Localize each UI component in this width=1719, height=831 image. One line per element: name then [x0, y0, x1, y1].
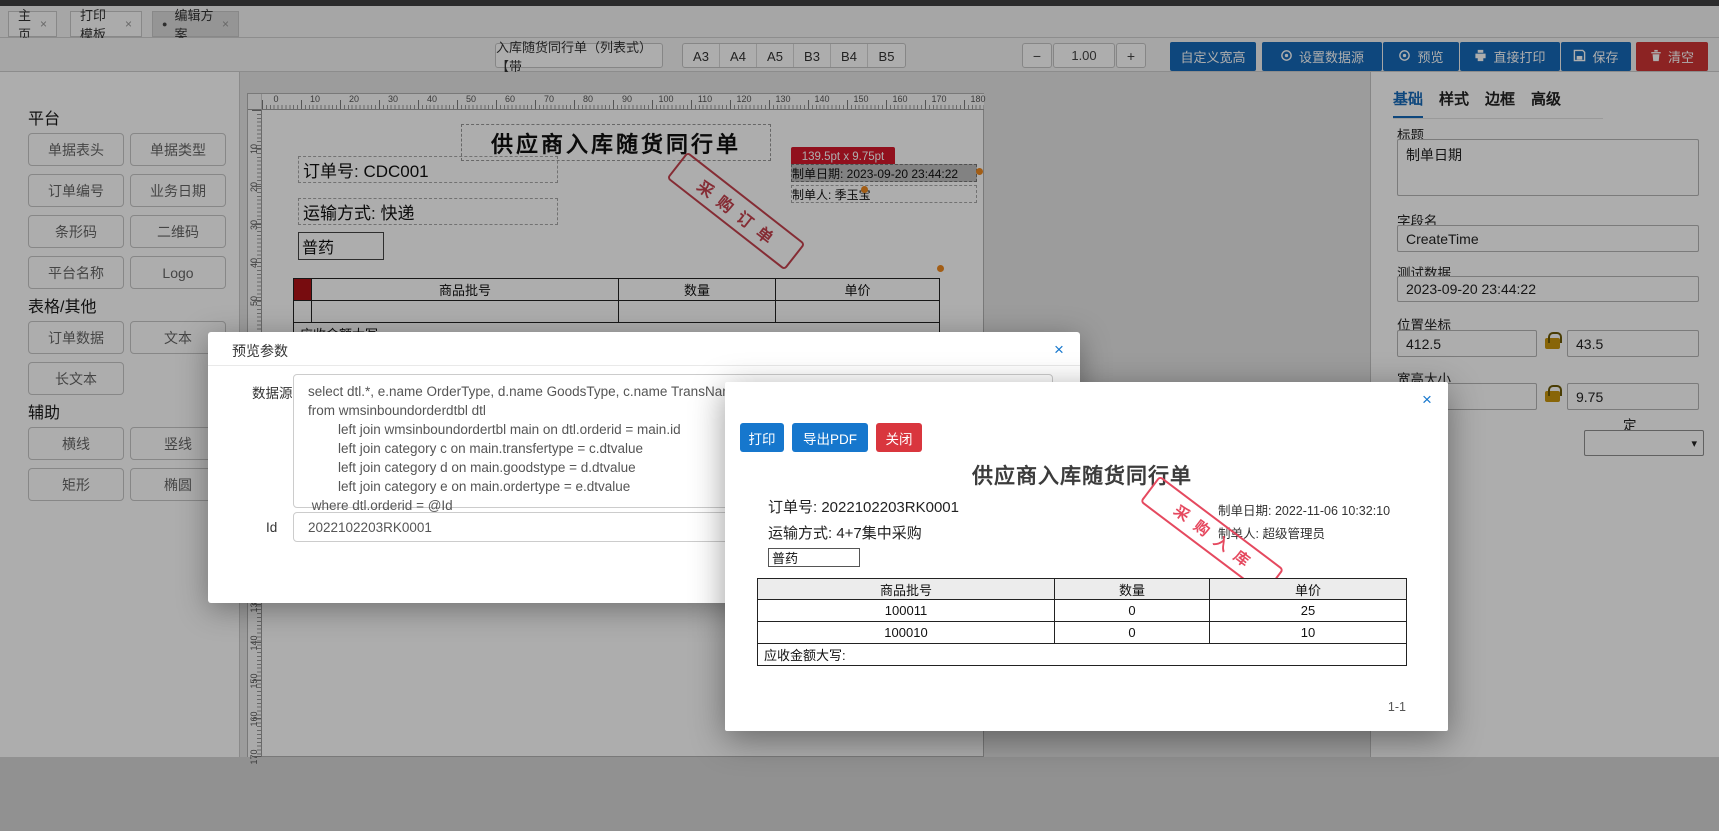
preview-create-date: 制单日期: 2022-11-06 10:32:10	[1218, 504, 1391, 518]
cell-batch-no: 100010	[757, 622, 1055, 644]
preview-items-table: 商品批号 数量 单价 100011 0 25 100010 0 10 应收金额大…	[757, 578, 1407, 666]
cell-quantity: 0	[1055, 600, 1210, 622]
page-indicator: 1-1	[1387, 700, 1406, 714]
preview-transport: 运输方式: 4+7集中采购	[768, 525, 922, 542]
close-icon[interactable]: ×	[1054, 341, 1064, 358]
print-button[interactable]: 打印	[740, 423, 784, 452]
close-icon[interactable]: ×	[1422, 391, 1432, 408]
cell-unit-price: 10	[1210, 622, 1407, 644]
modal-title: 预览参数	[232, 343, 288, 359]
preview-order-no: 订单号: 2022102203RK0001	[768, 499, 959, 516]
preview-drug-type-box: 普药	[768, 548, 860, 567]
id-label: Id	[266, 520, 278, 535]
datasource-label: 数据源	[252, 386, 293, 401]
header-unit-price: 单价	[1210, 578, 1407, 600]
export-pdf-button[interactable]: 导出PDF	[792, 423, 868, 452]
footer-amount-in-words: 应收金额大写:	[757, 644, 1407, 666]
preview-table-footer-row: 应收金额大写:	[757, 644, 1407, 666]
close-preview-button[interactable]: 关闭	[876, 423, 922, 452]
table-row: 100011 0 25	[757, 600, 1407, 622]
header-quantity: 数量	[1055, 578, 1210, 600]
print-preview-modal: × 打印 导出PDF 关闭 供应商入库随货同行单 订单号: 2022102203…	[725, 382, 1448, 731]
cell-batch-no: 100011	[757, 600, 1055, 622]
preview-doc-title: 供应商入库随货同行单	[972, 465, 1192, 488]
table-row: 100010 0 10	[757, 622, 1407, 644]
cell-quantity: 0	[1055, 622, 1210, 644]
modal-header: 预览参数 ×	[208, 332, 1080, 366]
header-batch-no: 商品批号	[757, 578, 1055, 600]
preview-table-header-row: 商品批号 数量 单价	[757, 578, 1407, 600]
cell-unit-price: 25	[1210, 600, 1407, 622]
